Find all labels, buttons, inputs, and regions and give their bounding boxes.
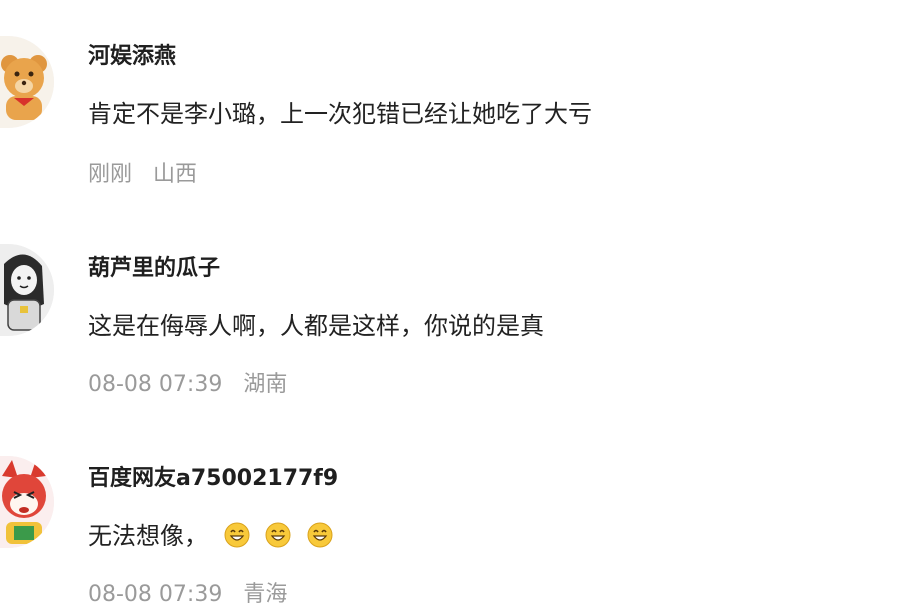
comment-text: 无法想像， (88, 522, 208, 550)
grinning-face-emoji-icon (224, 522, 250, 548)
comment-text: 这是在侮辱人啊，人都是这样，你说的是真 (88, 312, 544, 340)
comment-username[interactable]: 河娱添燕 (88, 38, 176, 70)
comment-meta: 刚刚 山西 (88, 156, 197, 188)
red-fox-cartoon-avatar-icon[interactable] (0, 456, 54, 548)
comment-location: 湖南 (243, 372, 288, 397)
comment-time: 08-08 07:39 (88, 582, 223, 607)
comment-location: 山西 (153, 162, 198, 187)
grinning-face-emoji-icon (307, 522, 333, 548)
teddy-bear-avatar-icon[interactable] (0, 36, 54, 128)
comment-username[interactable]: 葫芦里的瓜子 (88, 250, 220, 282)
comment-username[interactable]: 百度网友a75002177f9 (88, 460, 338, 492)
comment-meta: 08-08 07:39 湖南 (88, 366, 287, 398)
comment-location: 青海 (243, 582, 288, 607)
comment-time: 08-08 07:39 (88, 372, 223, 397)
comment-time: 刚刚 (88, 162, 133, 187)
sketch-figure-avatar-icon[interactable] (0, 244, 54, 336)
comment-text: 肯定不是李小璐，上一次犯错已经让她吃了大亏 (88, 100, 592, 128)
comment-meta: 08-08 07:39 青海 (88, 576, 287, 608)
comment-text-row: 无法想像， (88, 516, 333, 551)
grinning-face-emoji-icon (265, 522, 291, 548)
